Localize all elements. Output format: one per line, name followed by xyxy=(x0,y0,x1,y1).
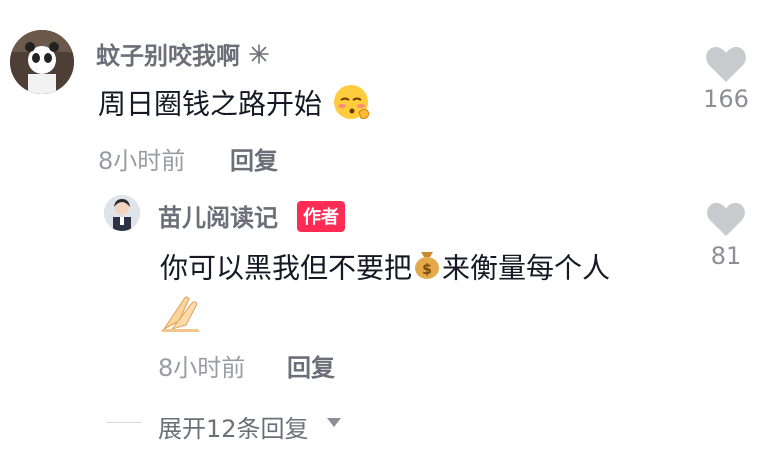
chevron-down-icon[interactable] xyxy=(327,418,341,427)
svg-text:$: $ xyxy=(422,262,432,278)
author-username[interactable]: 苗儿阅读记 xyxy=(158,198,278,233)
commenter-avatar[interactable] xyxy=(10,30,74,94)
like-button[interactable] xyxy=(704,44,748,88)
comment-text: 周日圈钱之路开始 xyxy=(98,87,323,121)
reply-timestamp: 8小时前 xyxy=(158,354,246,382)
reply-text-part2: 来衡量每个人 xyxy=(442,251,611,285)
like-count: 166 xyxy=(703,85,749,113)
reply-body: 你可以黑我但不要把 $ 来衡量每个人 xyxy=(160,246,680,346)
comment-timestamp: 8小时前 xyxy=(98,147,186,175)
expand-divider xyxy=(106,422,142,423)
money-bag-icon: $ xyxy=(412,246,442,293)
sparkle-icon xyxy=(248,43,270,71)
comment-body: 周日圈钱之路开始 xyxy=(98,82,375,129)
reply-text-part1: 你可以黑我但不要把 xyxy=(160,251,413,285)
blush-emoji-icon xyxy=(331,82,375,129)
praying-hands-icon xyxy=(160,293,206,346)
reply-reply-button[interactable]: 回复 xyxy=(287,348,335,383)
heart-icon[interactable] xyxy=(705,202,747,242)
commenter-username-text[interactable]: 蚊子别咬我啊 xyxy=(96,42,240,70)
expand-replies-button[interactable]: 展开12条回复 xyxy=(158,409,309,444)
author-badge: 作者 xyxy=(297,201,345,232)
reply-like-count: 81 xyxy=(710,242,742,270)
commenter-username[interactable]: 蚊子别咬我啊 xyxy=(96,36,270,71)
reply-like-button[interactable] xyxy=(705,200,747,242)
author-avatar[interactable] xyxy=(104,195,140,231)
reply-button[interactable]: 回复 xyxy=(230,141,278,176)
